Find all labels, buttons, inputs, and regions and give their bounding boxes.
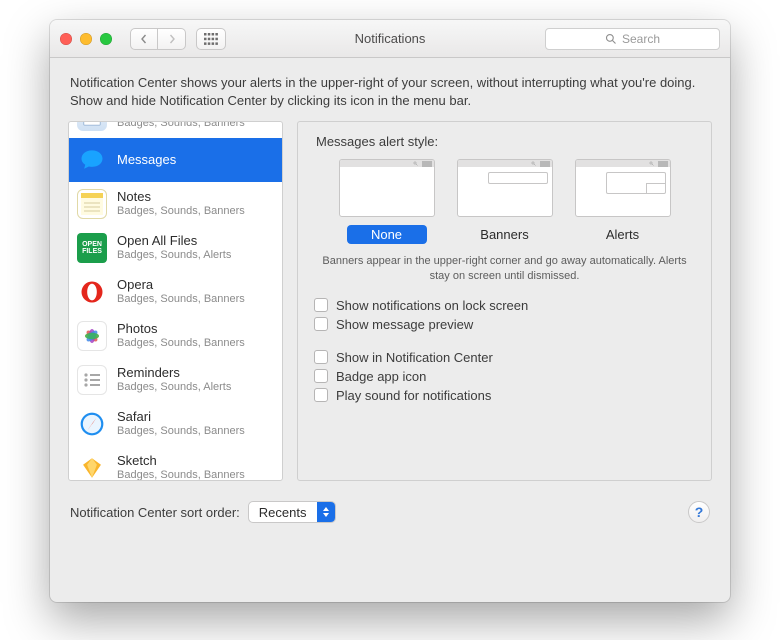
sort-order-label: Notification Center sort order: — [70, 505, 240, 520]
app-sub: Badges, Sounds, Banners — [117, 121, 245, 130]
app-sub: Badges, Sounds, Banners — [117, 293, 245, 306]
app-row-sketch[interactable]: SketchBadges, Sounds, Banners — [69, 446, 282, 481]
style-preview-banners[interactable] — [457, 159, 553, 217]
search-input[interactable]: Search — [545, 28, 720, 50]
app-row-photos[interactable]: PhotosBadges, Sounds, Banners — [69, 314, 282, 358]
grid-icon — [204, 33, 218, 45]
alert-style-title: Messages alert style: — [316, 134, 695, 149]
checkbox-icon — [314, 388, 328, 402]
search-icon — [649, 161, 654, 166]
stepper-icon — [317, 502, 335, 522]
app-row-safari[interactable]: SafariBadges, Sounds, Banners — [69, 402, 282, 446]
zoom-icon[interactable] — [100, 33, 112, 45]
sort-order-select[interactable]: Recents — [248, 501, 336, 523]
checkbox-icon — [314, 350, 328, 364]
check-label: Play sound for notifications — [336, 388, 491, 403]
show-all-button[interactable] — [196, 28, 226, 50]
reminders-icon — [77, 365, 107, 395]
list-icon — [540, 161, 550, 167]
detail-pane: Messages alert style: None — [297, 121, 712, 481]
search-placeholder: Search — [622, 32, 660, 46]
check-label: Show notifications on lock screen — [336, 298, 528, 313]
photos-icon — [77, 321, 107, 351]
window-controls — [60, 33, 112, 45]
app-sub: Badges, Sounds, Banners — [117, 337, 245, 350]
chevron-left-icon — [139, 34, 149, 44]
style-preview-alerts[interactable] — [575, 159, 671, 217]
forward-button[interactable] — [158, 28, 186, 50]
opera-icon — [77, 277, 107, 307]
app-name: Safari — [117, 410, 245, 425]
back-button[interactable] — [130, 28, 158, 50]
style-none-button[interactable]: None — [347, 225, 427, 244]
check-label: Badge app icon — [336, 369, 426, 384]
preferences-window: Notifications Search Notification Center… — [50, 20, 730, 602]
help-button[interactable]: ? — [688, 501, 710, 523]
list-icon — [422, 161, 432, 167]
app-name: Messages — [117, 153, 176, 168]
style-preview-none[interactable] — [339, 159, 435, 217]
app-sub: Badges, Sounds, Alerts — [117, 381, 231, 394]
app-row-openallfiles[interactable]: OPENFILES Open All FilesBadges, Sounds, … — [69, 226, 282, 270]
close-icon[interactable] — [60, 33, 72, 45]
check-preview[interactable]: Show message preview — [314, 317, 695, 332]
app-list[interactable]: MailBadges, Sounds, Banners Messages Not… — [68, 121, 283, 481]
app-row-mail[interactable]: MailBadges, Sounds, Banners — [69, 121, 282, 138]
app-name: Photos — [117, 322, 245, 337]
search-icon — [531, 161, 536, 166]
app-sub: Badges, Sounds, Banners — [117, 425, 245, 438]
style-description: Banners appear in the upper-right corner… — [320, 254, 689, 284]
safari-icon — [77, 409, 107, 439]
app-sub: Badges, Sounds, Banners — [117, 469, 245, 481]
messages-icon — [77, 145, 107, 175]
app-row-notes[interactable]: NotesBadges, Sounds, Banners — [69, 182, 282, 226]
notes-icon — [77, 189, 107, 219]
app-name: Open All Files — [117, 234, 231, 249]
check-nc[interactable]: Show in Notification Center — [314, 350, 695, 365]
app-name: Sketch — [117, 454, 245, 469]
mail-icon — [77, 121, 107, 131]
checkbox-icon — [314, 298, 328, 312]
app-row-opera[interactable]: OperaBadges, Sounds, Banners — [69, 270, 282, 314]
sort-order-value: Recents — [249, 505, 317, 520]
nav-buttons — [130, 28, 186, 50]
check-label: Show in Notification Center — [336, 350, 493, 365]
check-lockscreen[interactable]: Show notifications on lock screen — [314, 298, 695, 313]
list-icon — [658, 161, 668, 167]
style-alerts-button[interactable]: Alerts — [583, 225, 663, 244]
intro-text: Notification Center shows your alerts in… — [70, 74, 710, 109]
alert-style-group: None Banners — [314, 159, 695, 244]
app-row-messages[interactable]: Messages — [69, 138, 282, 182]
check-label: Show message preview — [336, 317, 473, 332]
app-row-reminders[interactable]: RemindersBadges, Sounds, Alerts — [69, 358, 282, 402]
chevron-right-icon — [167, 34, 177, 44]
check-badge[interactable]: Badge app icon — [314, 369, 695, 384]
titlebar: Notifications Search — [50, 20, 730, 58]
checkbox-icon — [314, 317, 328, 331]
style-banners-button[interactable]: Banners — [465, 225, 545, 244]
help-icon: ? — [695, 504, 704, 520]
app-name: Reminders — [117, 366, 231, 381]
sketch-icon — [77, 453, 107, 481]
check-sound[interactable]: Play sound for notifications — [314, 388, 695, 403]
open-all-files-icon: OPENFILES — [77, 233, 107, 263]
search-icon — [605, 33, 617, 45]
checkbox-icon — [314, 369, 328, 383]
minimize-icon[interactable] — [80, 33, 92, 45]
app-name: Notes — [117, 190, 245, 205]
app-sub: Badges, Sounds, Alerts — [117, 249, 231, 262]
app-sub: Badges, Sounds, Banners — [117, 205, 245, 218]
search-icon — [413, 161, 418, 166]
app-name: Opera — [117, 278, 245, 293]
